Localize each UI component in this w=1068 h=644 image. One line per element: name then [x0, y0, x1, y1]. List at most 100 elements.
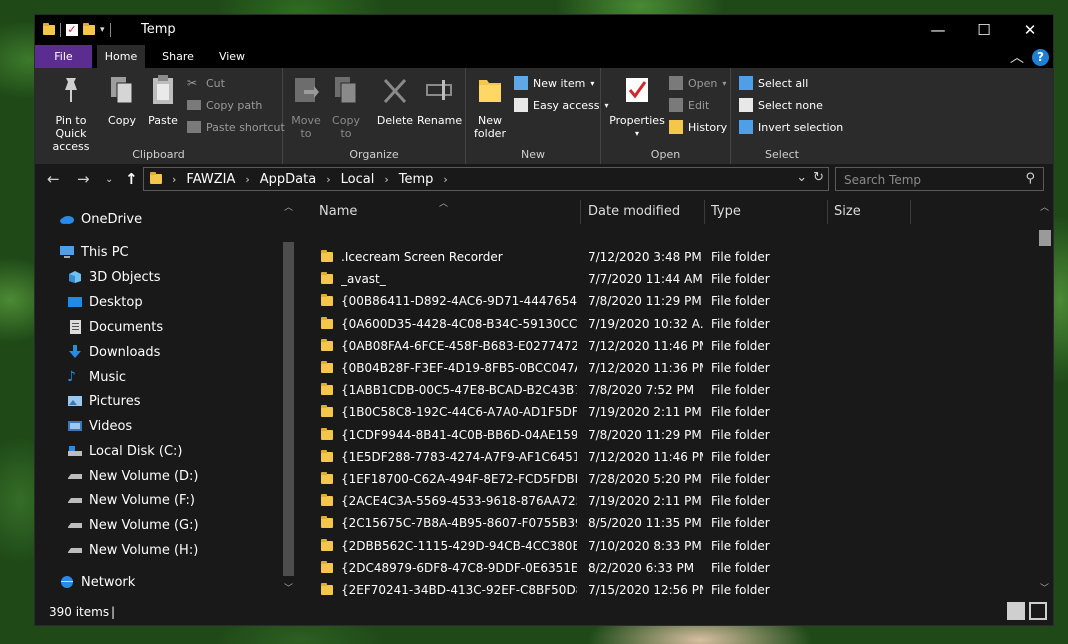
breadcrumb-sep-icon[interactable]: ›	[326, 173, 330, 186]
nav-item-volume-d[interactable]: New Volume (D:)	[67, 466, 199, 486]
paste-button[interactable]: Paste	[147, 74, 179, 127]
file-row[interactable]: {1EF18700-C62A-494F-8E72-FCD5FDBF3... 7/2…	[313, 468, 799, 490]
column-header-name[interactable]: Name	[319, 198, 357, 226]
nav-item-documents[interactable]: Documents	[67, 317, 163, 337]
nav-item-onedrive[interactable]: OneDrive	[59, 209, 142, 229]
history-button[interactable]: History	[669, 118, 727, 136]
properties-button[interactable]: Properties ▾	[609, 74, 665, 140]
column-header-size[interactable]: Size	[834, 198, 861, 226]
rename-button[interactable]: Rename	[417, 74, 462, 127]
tab-home[interactable]: Home	[97, 45, 145, 68]
breadcrumb-appdata[interactable]: AppData	[260, 172, 316, 187]
column-divider[interactable]	[910, 200, 911, 224]
nav-item-network[interactable]: Network	[59, 572, 135, 592]
copy-to-button[interactable]: Copy to	[329, 74, 363, 140]
nav-item-music[interactable]: ♪ Music	[67, 367, 126, 387]
paste-shortcut-button[interactable]: Paste shortcut	[187, 118, 285, 136]
file-row[interactable]: {1E5DF288-7783-4274-A7F9-AF1C64515... 7/1…	[313, 446, 799, 468]
nav-scroll-thumb[interactable]	[283, 242, 294, 576]
back-icon[interactable]: ←	[47, 170, 60, 188]
new-folder-button[interactable]: New folder	[470, 74, 510, 140]
nav-item-volume-h[interactable]: New Volume (H:)	[67, 540, 198, 560]
new-item-button[interactable]: New item ▾	[514, 74, 594, 92]
scroll-down-icon[interactable]: ﹀	[284, 581, 293, 594]
file-row[interactable]: {0AB08FA4-6FCE-458F-B683-E027747263... 7/…	[313, 335, 799, 357]
file-row[interactable]: {1B0C58C8-192C-44C6-A7A0-AD1F5DFE... 7/19…	[313, 401, 799, 423]
cut-button[interactable]: ✂ Cut	[187, 74, 225, 92]
forward-icon[interactable]: →	[77, 170, 90, 188]
move-to-button[interactable]: Move to	[289, 74, 323, 140]
nav-item-3d-objects[interactable]: 3D Objects	[67, 267, 161, 287]
delete-button[interactable]: Delete	[375, 74, 415, 127]
up-icon[interactable]: ↑	[125, 170, 138, 188]
file-row[interactable]: {2ACE4C3A-5569-4533-9618-876AA725E... 7/1…	[313, 490, 799, 512]
tab-share[interactable]: Share	[153, 45, 203, 68]
file-row[interactable]: {2C15675C-7B8A-4B95-8607-F0755B391... 8/5…	[313, 512, 799, 534]
nav-item-videos[interactable]: Videos	[67, 416, 132, 436]
nav-item-downloads[interactable]: Downloads	[67, 342, 160, 362]
edit-button[interactable]: Edit	[669, 96, 709, 114]
column-header-type[interactable]: Type	[711, 198, 741, 226]
select-all-button[interactable]: Select all	[739, 74, 808, 92]
pin-to-quick-access-button[interactable]: Pin to Quick access	[39, 74, 103, 153]
file-row[interactable]: _avast_ 7/7/2020 11:44 AM File folder	[313, 268, 799, 290]
scroll-up-icon[interactable]: ︿	[284, 200, 293, 213]
maximize-button[interactable]: ☐	[961, 15, 1007, 45]
details-view-icon[interactable]	[1007, 602, 1025, 620]
new-folder-qat-icon[interactable]	[83, 23, 95, 35]
select-none-button[interactable]: Select none	[739, 96, 823, 114]
nav-item-volume-g[interactable]: New Volume (G:)	[67, 515, 199, 535]
nav-item-this-pc[interactable]: This PC	[59, 242, 129, 262]
breadcrumb-local[interactable]: Local	[341, 172, 375, 187]
scroll-down-icon[interactable]: ﹀	[1040, 581, 1049, 594]
column-divider[interactable]	[704, 200, 705, 224]
file-row[interactable]: {2DBB562C-1115-429D-94CB-4CC380EA... 7/10…	[313, 535, 799, 557]
address-dropdown-icon[interactable]: ⌄	[796, 170, 807, 185]
column-header-date[interactable]: Date modified	[588, 198, 680, 226]
file-row[interactable]: {00B86411-D892-4AC6-9D71-444765450... 7/8…	[313, 290, 799, 312]
breadcrumb-sep-icon[interactable]: ›	[384, 173, 388, 186]
file-row[interactable]: {0B04B28F-F3EF-4D19-8FB5-0BCC047AC... 7/1…	[313, 357, 799, 379]
easy-access-button[interactable]: Easy access ▾	[514, 96, 609, 114]
tab-file[interactable]: File	[35, 45, 92, 68]
breadcrumb-sep-icon[interactable]: ›	[443, 173, 447, 186]
tab-view[interactable]: View	[210, 45, 254, 68]
recent-locations-icon[interactable]: ⌄	[105, 174, 113, 185]
list-scroll-thumb[interactable]	[1039, 230, 1051, 246]
column-divider[interactable]	[827, 200, 828, 224]
search-box[interactable]: ⚲	[835, 167, 1044, 191]
breadcrumb-temp[interactable]: Temp	[399, 172, 434, 187]
file-row[interactable]: {2EF70241-34BD-413C-92EF-C8BF50D8C... 7/1…	[313, 579, 799, 601]
open-button[interactable]: Open ▾	[669, 74, 726, 92]
file-row[interactable]: {0A600D35-4428-4C08-B34C-59130CC13... 7/1…	[313, 313, 799, 335]
large-icons-view-icon[interactable]	[1029, 602, 1047, 620]
refresh-icon[interactable]: ↻	[813, 170, 824, 185]
list-scrollbar[interactable]: ︿ ﹀	[1037, 196, 1053, 598]
help-icon[interactable]: ?	[1032, 48, 1049, 66]
copy-button[interactable]: Copy	[107, 74, 137, 127]
breadcrumb-sep-icon[interactable]: ›	[172, 173, 176, 186]
breadcrumb-sep-icon[interactable]: ›	[245, 173, 249, 186]
address-bar[interactable]: › FAWZIA › AppData › Local › Temp › ⌄ ↻	[143, 167, 829, 191]
file-row[interactable]: {1CDF9944-8B41-4C0B-BB6D-04AE159F... 7/8/…	[313, 424, 799, 446]
nav-scrollbar[interactable]: ︿ ﹀	[281, 196, 297, 598]
properties-check-icon[interactable]: ✓	[66, 24, 78, 36]
file-row[interactable]: {1ABB1CDB-00C5-47E8-BCAD-B2C43B77... 7/8/…	[313, 379, 799, 401]
column-divider[interactable]	[580, 200, 581, 224]
nav-item-desktop[interactable]: Desktop	[67, 292, 143, 312]
breadcrumb-fawzia[interactable]: FAWZIA	[186, 172, 235, 187]
file-row[interactable]: .Icecream Screen Recorder 7/12/2020 3:48 …	[313, 246, 799, 268]
scroll-up-icon[interactable]: ︿	[1040, 200, 1049, 213]
copy-path-button[interactable]: Copy path	[187, 96, 262, 114]
nav-item-volume-f[interactable]: New Volume (F:)	[67, 490, 195, 510]
search-input[interactable]	[842, 171, 1016, 189]
close-button[interactable]: ✕	[1007, 15, 1053, 45]
search-icon[interactable]: ⚲	[1025, 171, 1035, 186]
nav-item-local-disk[interactable]: Local Disk (C:)	[67, 441, 182, 461]
collapse-ribbon-icon[interactable]: ︿	[1010, 47, 1024, 67]
minimize-button[interactable]: —	[915, 15, 961, 45]
file-row[interactable]: {2DC48979-6DF8-47C8-9DDF-0E6351EC... 8/2/…	[313, 557, 799, 579]
nav-item-pictures[interactable]: Pictures	[67, 391, 140, 411]
qat-dropdown-icon[interactable]: ▾	[100, 25, 105, 35]
invert-selection-button[interactable]: Invert selection	[739, 118, 843, 136]
